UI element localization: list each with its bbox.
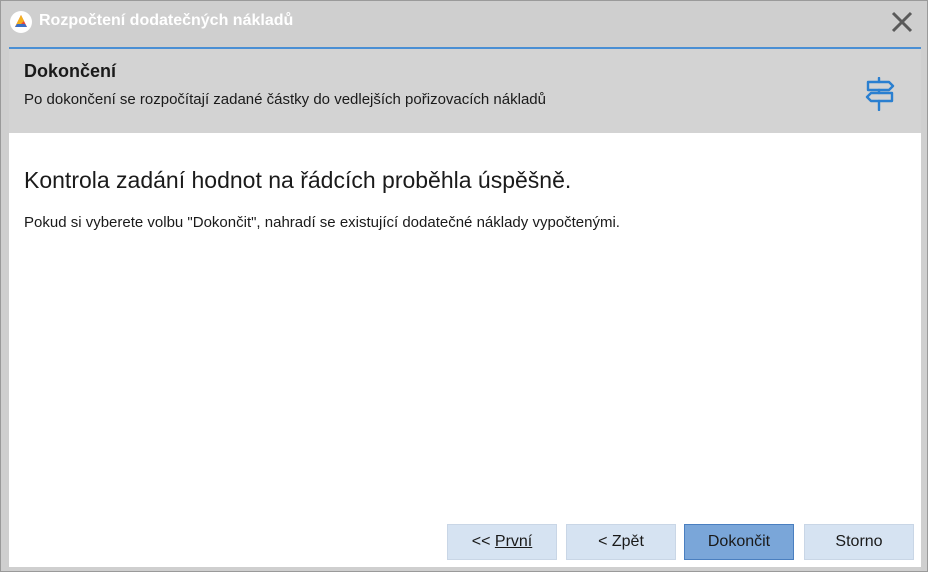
step-description: Po dokončení se rozpočítají zadané částk… bbox=[24, 91, 546, 108]
signpost-icon bbox=[865, 77, 895, 111]
result-heading: Kontrola zadání hodnot na řádcích proběh… bbox=[24, 167, 572, 193]
dialog-content: Dokončení Po dokončení se rozpočítají za… bbox=[9, 47, 921, 567]
first-button-label: První bbox=[494, 533, 533, 550]
result-message: Pokud si vyberete volbu "Dokončit", nahr… bbox=[24, 214, 620, 231]
title-bar[interactable]: Rozpočtení dodatečných nákladů bbox=[1, 1, 927, 43]
cancel-button[interactable]: Storno bbox=[804, 524, 914, 560]
back-button[interactable]: < Zpět bbox=[566, 524, 676, 560]
window-title: Rozpočtení dodatečných nákladů bbox=[39, 12, 294, 29]
app-logo-icon bbox=[10, 11, 32, 33]
first-button[interactable]: << První bbox=[447, 524, 557, 560]
step-title: Dokončení bbox=[24, 61, 117, 81]
dialog-window: Rozpočtení dodatečných nákladů Dokončení… bbox=[0, 0, 928, 572]
finish-button[interactable]: Dokončit bbox=[684, 524, 794, 560]
close-icon[interactable] bbox=[889, 9, 915, 35]
wizard-header: Dokončení Po dokončení se rozpočítají za… bbox=[9, 49, 921, 133]
first-button-prefix: << bbox=[471, 533, 495, 550]
